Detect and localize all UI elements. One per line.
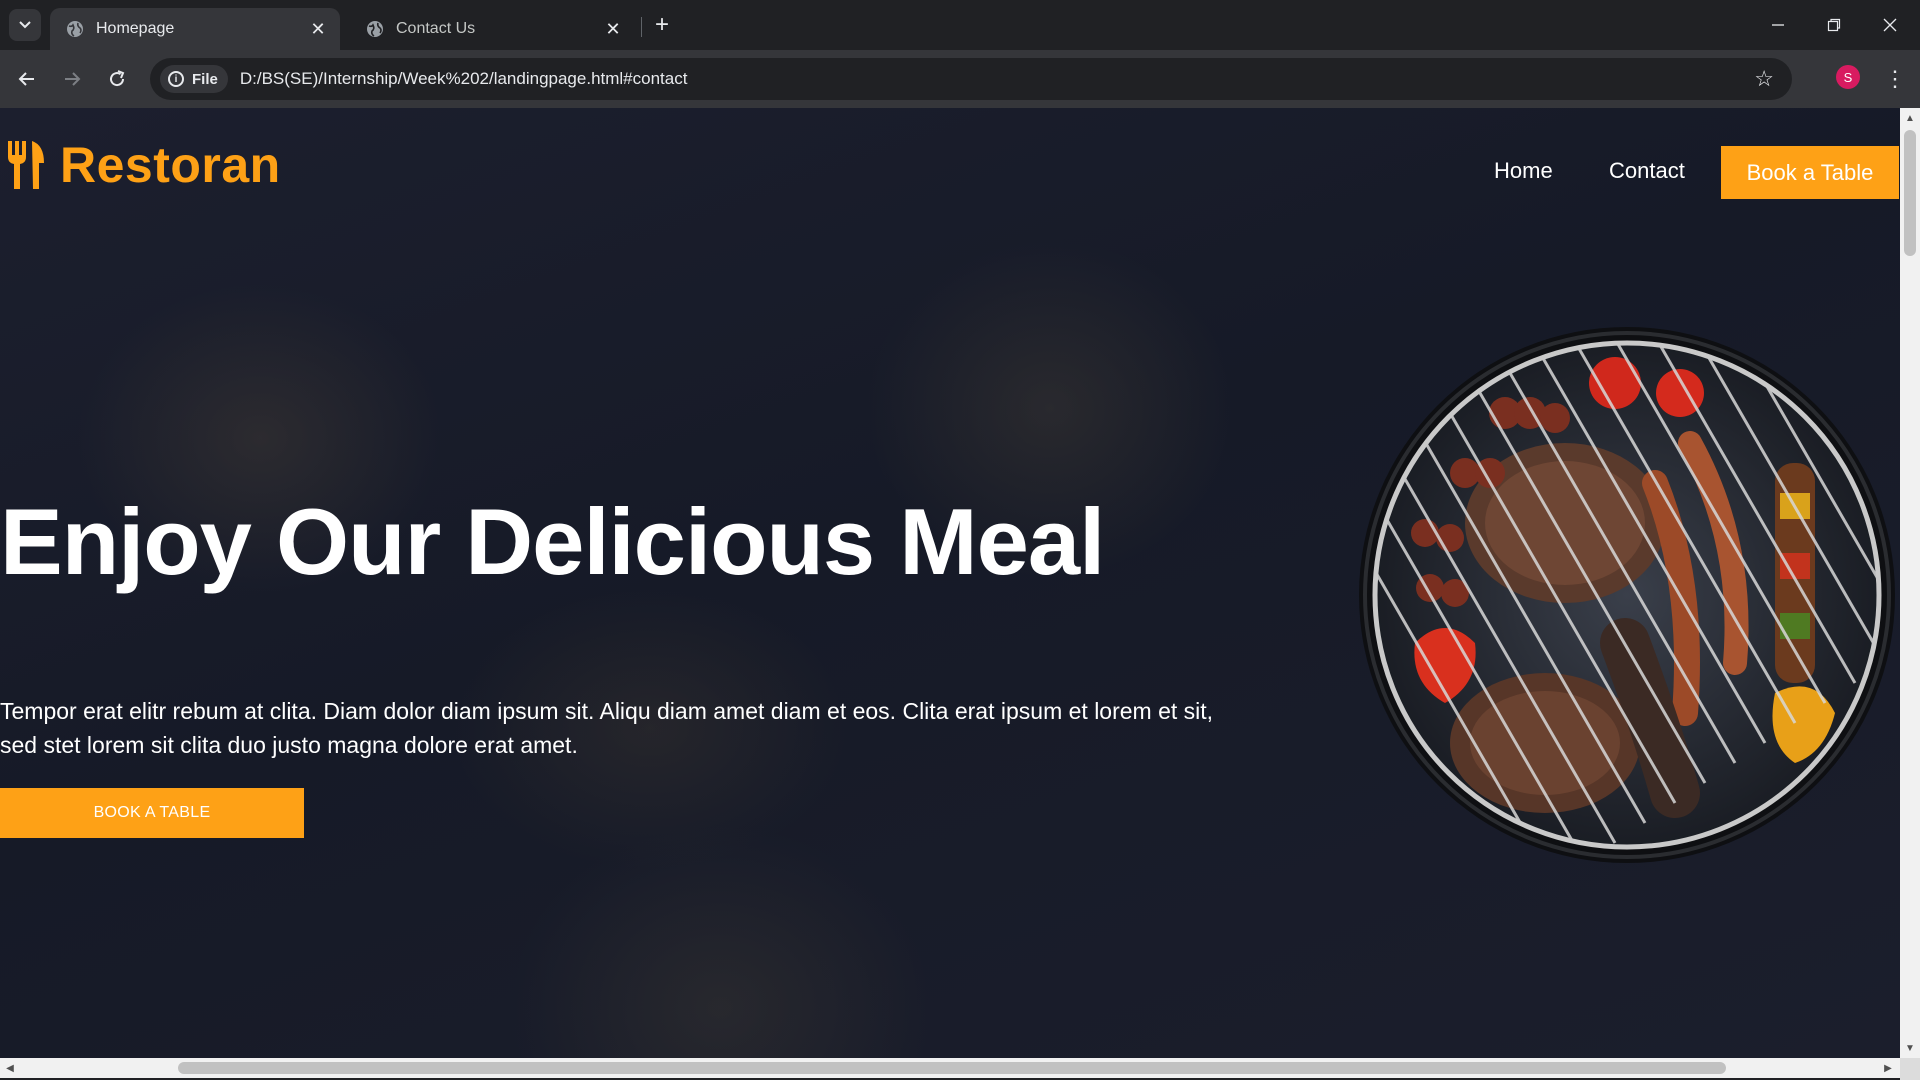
nav-contact-link[interactable]: Contact [1609,158,1685,184]
kebab-menu-icon[interactable]: ⋮ [1880,62,1910,96]
tab-search-icon[interactable] [9,9,41,41]
tab-separator [641,17,642,37]
tab-homepage[interactable]: Homepage ✕ [50,8,340,50]
scroll-right-arrow-icon[interactable]: ▶ [1880,1060,1896,1076]
tab-title: Homepage [96,20,175,37]
brand-name: Restoran [60,137,281,193]
site-info-chip[interactable]: i File [160,65,228,93]
horizontal-scrollbar[interactable]: ◀ ▶ [0,1058,1900,1078]
close-icon[interactable]: ✕ [306,17,330,41]
scroll-down-arrow-icon[interactable]: ▼ [1900,1040,1920,1056]
book-table-button[interactable]: BOOK A TABLE [0,788,304,838]
close-icon[interactable]: ✕ [601,17,625,41]
minimize-icon[interactable] [1750,0,1806,50]
scheme-label: File [192,70,218,88]
back-icon[interactable] [10,62,44,96]
tab-contact-us[interactable]: Contact Us ✕ [350,8,635,50]
scroll-up-arrow-icon[interactable]: ▲ [1900,110,1920,126]
reload-icon[interactable] [100,62,134,96]
restore-icon[interactable] [1806,0,1862,50]
url-text[interactable]: D:/BS(SE)/Internship/Week%202/landingpag… [240,69,688,89]
profile-avatar[interactable]: S [1836,65,1860,89]
hero-title: Enjoy Our Delicious Meal [0,489,1105,594]
close-window-icon[interactable] [1862,0,1918,50]
browser-toolbar: i File D:/BS(SE)/Internship/Week%202/lan… [0,50,1920,108]
globe-icon [366,20,384,38]
hero-description: Tempor erat elitr rebum at clita. Diam d… [0,698,1214,758]
bbq-grill-image [1359,327,1895,863]
plus-icon[interactable]: + [648,11,676,39]
page-viewport: Restoran Home Contact Book a Table Enjoy… [0,108,1900,1058]
globe-icon [66,20,84,38]
tab-title: Contact Us [396,20,476,37]
scrollbar-corner [1900,1058,1920,1080]
book-table-nav-button[interactable]: Book a Table [1721,146,1899,199]
nav-home-link[interactable]: Home [1494,158,1553,184]
vertical-scroll-thumb[interactable] [1904,130,1916,256]
horizontal-scroll-thumb[interactable] [178,1062,1726,1074]
utensils-icon [8,141,44,189]
brand-logo[interactable]: Restoran [6,136,281,194]
tab-strip: Homepage ✕ Contact Us ✕ + [0,0,1920,50]
star-icon[interactable]: ☆ [1754,66,1774,92]
info-icon: i [168,71,184,87]
forward-icon[interactable] [55,62,89,96]
vertical-scrollbar[interactable]: ▲ ▼ [1900,108,1920,1058]
address-bar[interactable]: i File D:/BS(SE)/Internship/Week%202/lan… [150,58,1792,100]
scroll-left-arrow-icon[interactable]: ◀ [2,1060,18,1076]
